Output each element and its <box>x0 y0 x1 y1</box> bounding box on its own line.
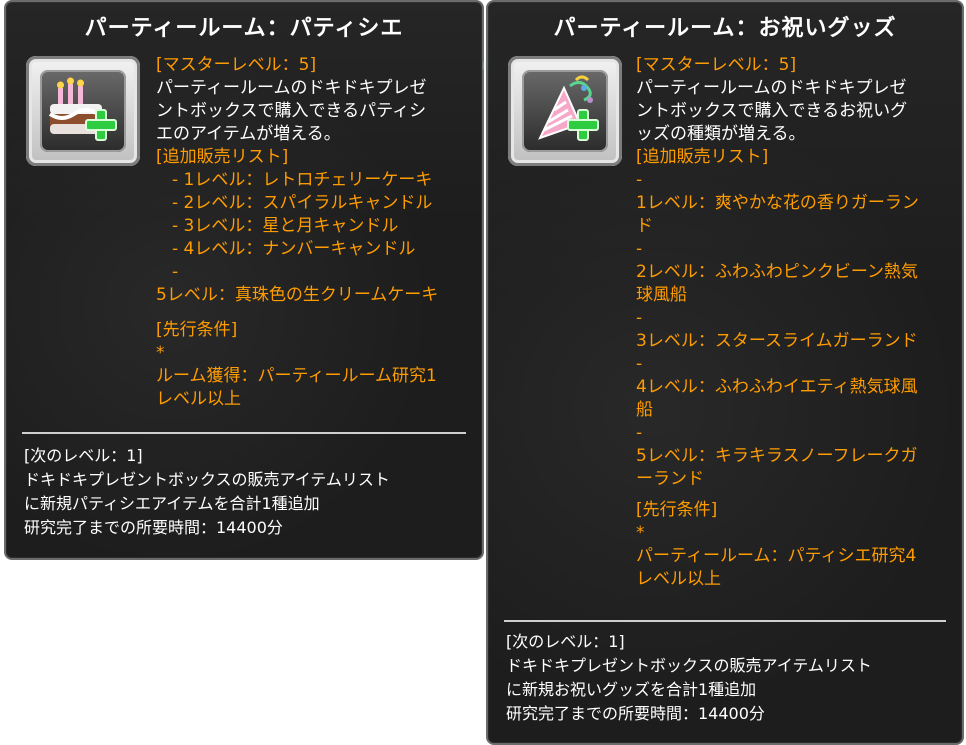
sales-item-dash: - <box>172 262 179 282</box>
precondition-line-1: パーティールーム：パティシエ研究4 <box>636 546 917 566</box>
precondition-line-2: レベル以上 <box>156 389 241 409</box>
divider <box>504 620 946 622</box>
patissier-tooltip: パーティールーム：パティシエ [マスターレベル：5] パーティールームのドキドキ… <box>4 0 484 560</box>
precondition-line-2: レベル以上 <box>636 569 721 589</box>
sales-list-label: [追加販売リスト] <box>636 147 769 167</box>
master-level: [マスターレベル：5] <box>636 55 797 75</box>
sales-item-dash-3: - <box>636 308 643 328</box>
sales-item-2b: 球風船 <box>636 285 687 305</box>
left-details: [マスターレベル：5] パーティールームのドキドキプレゼ ントボックスで購入でき… <box>156 54 468 411</box>
sales-item-dash-2: - <box>636 239 643 259</box>
tooltip-screenshot: パーティールーム：パティシエ [マスターレベル：5] パーティールームのドキドキ… <box>0 0 966 745</box>
next-level-line-1: ドキドキプレゼントボックスの販売アイテムリスト <box>24 470 390 489</box>
cake-plus-icon-frame <box>26 56 140 166</box>
sales-item-2: - 2レベル：スパイラルキャンドル <box>172 193 433 213</box>
plus-icon <box>85 109 117 141</box>
sales-item-1: - 1レベル：レトロチェリーケーキ <box>172 170 433 190</box>
right-details: [マスターレベル：5] パーティールームのドキドキプレゼ ントボックスで購入でき… <box>636 54 948 591</box>
precondition-asterisk: * <box>156 343 165 363</box>
party-popper-plus-icon-frame <box>508 56 622 166</box>
sales-item-dash-5: - <box>636 423 643 443</box>
next-level-line-2: に新規お祝いグッズを合計1種追加 <box>506 680 757 699</box>
next-level-line-3: 研究完了までの所要時間：14400分 <box>24 518 283 537</box>
next-level-label: [次のレベル：1] <box>506 632 625 651</box>
next-level-line-2: に新規パティシエアイテムを合計1種追加 <box>24 494 320 513</box>
sales-item-5a: 5レベル：キラキラスノーフレークガ <box>636 446 918 466</box>
birthday-cake-plus-icon <box>40 70 126 152</box>
description-line-3: ッズの種類が増える。 <box>636 124 806 144</box>
sales-item-4a: 4レベル：ふわふわイエティ熱気球風 <box>636 377 918 397</box>
sales-item-4b: 船 <box>636 400 653 420</box>
celebration-goods-tooltip: パーティールーム：お祝いグッズ [マスターレベル：5] パーティールームのドキド… <box>486 0 964 745</box>
party-popper-plus-icon <box>522 70 608 152</box>
next-level-line-3: 研究完了までの所要時間：14400分 <box>506 704 765 723</box>
tooltip-title: パーティールーム：お祝いグッズ <box>553 16 897 41</box>
left-next-level: [次のレベル：1] ドキドキプレゼントボックスの販売アイテムリスト に新規パティ… <box>24 444 468 540</box>
sales-item-4: - 4レベル：ナンバーキャンドル <box>172 239 416 259</box>
sales-item-3: - 3レベル：星と月キャンドル <box>172 216 399 236</box>
precondition-label: [先行条件] <box>636 500 718 520</box>
precondition-label: [先行条件] <box>156 320 238 340</box>
next-level-label: [次のレベル：1] <box>24 446 143 465</box>
description-line-2: ントボックスで購入できるパティシ <box>156 101 427 121</box>
plus-icon <box>567 109 599 141</box>
sales-item-1a: 1レベル：爽やかな花の香りガーラン <box>636 193 919 213</box>
next-level-line-1: ドキドキプレゼントボックスの販売アイテムリスト <box>506 656 872 675</box>
precondition-asterisk: * <box>636 523 645 543</box>
precondition-line-1: ルーム獲得：パーティールーム研究1 <box>156 366 437 386</box>
sales-item-5b: ーランド <box>636 469 704 489</box>
tooltip-title: パーティールーム：パティシエ <box>84 16 404 41</box>
description-line-1: パーティールームのドキドキプレゼ <box>636 78 907 98</box>
sales-item-1b: ド <box>636 216 653 236</box>
sales-item-dash-4: - <box>636 354 643 374</box>
right-next-level: [次のレベル：1] ドキドキプレゼントボックスの販売アイテムリスト に新規お祝い… <box>506 630 948 726</box>
sales-list-label: [追加販売リスト] <box>156 147 289 167</box>
sales-item-3: 3レベル：スタースライムガーランド <box>636 331 918 351</box>
sales-item-2a: 2レベル：ふわふわピンクビーン熱気 <box>636 262 918 282</box>
description-line-2: ントボックスで購入できるお祝いグ <box>636 101 908 121</box>
description-line-3: エのアイテムが増える。 <box>156 124 341 144</box>
master-level: [マスターレベル：5] <box>156 55 317 75</box>
sales-item-dash-1: - <box>636 170 643 190</box>
sales-item-5: 5レベル：真珠色の生クリームケーキ <box>156 285 439 305</box>
divider <box>22 432 466 434</box>
description-line-1: パーティールームのドキドキプレゼ <box>156 78 427 98</box>
